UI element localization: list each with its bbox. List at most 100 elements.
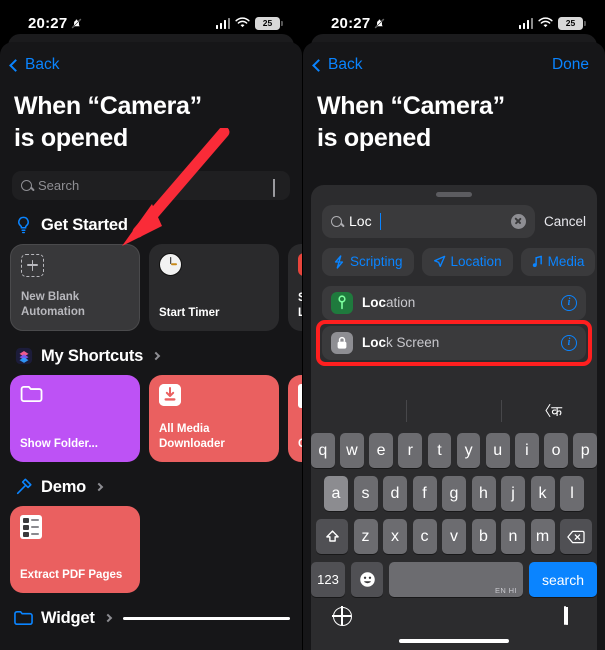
section-title: Get Started	[41, 215, 128, 234]
search-return-key[interactable]: search	[529, 562, 597, 597]
key-s[interactable]: s	[353, 476, 378, 511]
key-o[interactable]: o	[544, 433, 568, 468]
predictive-text-bar: 〈क	[311, 392, 597, 429]
chevron-right-icon	[136, 220, 145, 230]
key-h[interactable]: h	[471, 476, 496, 511]
cancel-button[interactable]: Cancel	[544, 214, 586, 229]
key-x[interactable]: x	[383, 519, 407, 554]
space-key[interactable]: EN HI	[389, 562, 523, 597]
section-header-get-started[interactable]: Get Started	[0, 200, 302, 244]
card-new-blank-automation[interactable]: New Blank Automation	[10, 243, 140, 331]
key-q[interactable]: q	[311, 433, 335, 468]
key-i[interactable]: i	[515, 433, 539, 468]
chip-label: Location	[450, 254, 502, 269]
result-rest: ation	[386, 295, 416, 310]
music-note-icon	[532, 255, 542, 268]
card-all-media-downloader[interactable]: All Media Downloader	[149, 374, 279, 462]
result-match: Loc	[362, 295, 387, 310]
numbers-key[interactable]: 123	[311, 562, 345, 597]
card-row-my-shortcuts: Show Folder... All Media Downloader	[0, 374, 302, 462]
chip-location[interactable]: Location	[421, 247, 513, 276]
text-cursor	[379, 212, 382, 230]
card-row-demo: Extract PDF Pages	[0, 505, 302, 593]
key-t[interactable]: t	[427, 433, 452, 468]
nav-bar-left: Back	[0, 42, 302, 80]
key-z[interactable]: z	[353, 519, 378, 554]
chevron-left-icon	[312, 58, 325, 72]
search-icon	[21, 179, 32, 191]
result-rest: k Screen	[386, 335, 440, 350]
key-y[interactable]: y	[456, 433, 481, 468]
section-header-demo[interactable]: Demo	[0, 462, 302, 506]
card-set-location[interactable]: Set Loc	[288, 243, 302, 331]
done-button[interactable]: Done	[552, 56, 589, 74]
key-r[interactable]: r	[398, 433, 423, 468]
chevron-right-icon	[94, 482, 104, 492]
back-button[interactable]: Back	[312, 56, 362, 74]
status-bar-right-group: 25	[518, 16, 586, 30]
key-n[interactable]: n	[501, 519, 525, 554]
key-u[interactable]: u	[485, 433, 510, 468]
search-query-text: Loc	[349, 213, 372, 229]
key-p[interactable]: p	[573, 433, 597, 468]
lock-icon	[331, 331, 353, 354]
navigation-arrow-icon	[433, 255, 445, 268]
battery-indicator: 25	[558, 16, 586, 30]
bell-slash-icon	[72, 18, 82, 28]
key-e[interactable]: e	[369, 433, 393, 468]
key-m[interactable]: m	[530, 519, 555, 554]
status-bar-right-group: 25	[215, 16, 283, 30]
card-extract-pdf-pages[interactable]: Extract PDF Pages	[10, 505, 140, 593]
info-circle-icon[interactable]: i	[561, 294, 577, 311]
page-title-line1: When “Camera”	[317, 92, 505, 120]
chip-scripting[interactable]: Scripting	[322, 247, 414, 276]
microphone-icon[interactable]	[273, 179, 281, 197]
card-start-timer[interactable]: Start Timer	[149, 243, 279, 331]
location-pin-icon	[331, 291, 353, 314]
prediction-slot-3[interactable]: 〈क	[502, 401, 597, 421]
key-a[interactable]: a	[324, 476, 348, 511]
download-icon	[159, 383, 181, 406]
key-d[interactable]: d	[383, 476, 407, 511]
microphone-icon[interactable]	[564, 606, 575, 626]
key-g[interactable]: g	[442, 476, 466, 511]
card-label-line1: All Media	[159, 422, 210, 435]
battery-indicator: 25	[255, 16, 283, 30]
shift-up-icon[interactable]	[316, 519, 348, 554]
home-indicator-left	[122, 616, 290, 620]
chip-media[interactable]: Media	[520, 247, 596, 276]
key-l[interactable]: l	[560, 476, 584, 511]
page-title-right: When “Camera” is opened	[303, 80, 605, 159]
info-circle-icon[interactable]: i	[561, 334, 577, 351]
space-language-label: EN HI	[494, 586, 517, 595]
result-label: Location	[362, 295, 415, 310]
clear-circle-icon[interactable]	[510, 213, 526, 229]
action-search-input[interactable]: Loc	[322, 204, 535, 238]
key-b[interactable]: b	[471, 519, 496, 554]
result-row-location[interactable]: Location i	[322, 285, 586, 320]
search-placeholder: Search	[38, 177, 80, 193]
key-f[interactable]: f	[412, 476, 437, 511]
cellular-bars-icon	[518, 17, 533, 29]
section-title: My Shortcuts	[41, 346, 144, 365]
backspace-icon[interactable]	[560, 519, 592, 554]
emoji-smiley-icon[interactable]	[351, 562, 383, 597]
card-clipboard[interactable]: Clip	[288, 374, 302, 462]
key-k[interactable]: k	[530, 476, 555, 511]
section-header-widget[interactable]: Widget	[0, 593, 302, 637]
key-w[interactable]: w	[340, 433, 364, 468]
card-show-folder[interactable]: Show Folder...	[10, 374, 140, 462]
key-v[interactable]: v	[442, 519, 466, 554]
wifi-icon	[235, 17, 250, 28]
scripting-icon	[334, 254, 344, 269]
chevron-right-icon	[103, 613, 112, 623]
result-row-lock-screen[interactable]: Lock Screen i	[316, 319, 592, 366]
globe-icon[interactable]	[332, 606, 352, 626]
card-label-line2: Downloader	[159, 438, 225, 451]
section-header-my-shortcuts[interactable]: My Shortcuts	[0, 331, 302, 375]
card-label: Extract PDF Pages	[20, 569, 123, 582]
back-button[interactable]: Back	[9, 56, 59, 74]
key-j[interactable]: j	[501, 476, 525, 511]
search-input[interactable]: Search	[12, 170, 290, 200]
key-c[interactable]: c	[412, 519, 437, 554]
